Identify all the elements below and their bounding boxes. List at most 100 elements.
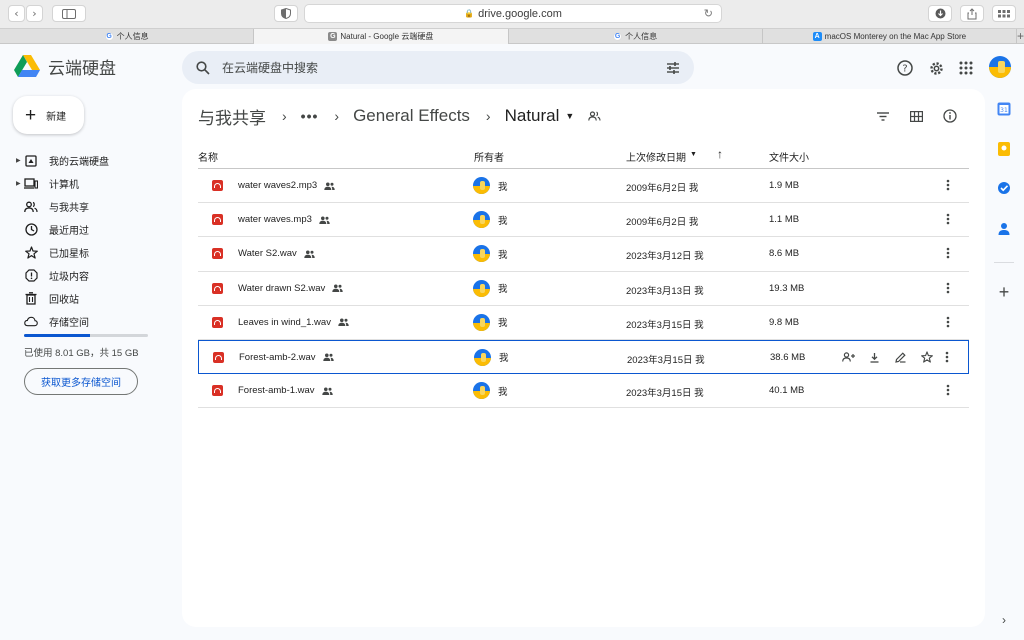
sidebar-item-recent[interactable]: 最近用过 <box>16 218 176 241</box>
breadcrumb-parent[interactable]: General Effects <box>353 106 470 126</box>
add-addon-plus-icon[interactable]: + <box>996 282 1012 302</box>
account-avatar[interactable] <box>989 56 1011 78</box>
breadcrumb-root[interactable]: 与我共享 <box>198 104 266 129</box>
more-actions-icon[interactable] <box>941 281 955 295</box>
expand-caret-icon[interactable]: ▶ <box>16 180 24 187</box>
browser-tab[interactable]: G 个人信息 <box>509 29 763 44</box>
expand-side-panel-chevron-icon[interactable]: › <box>996 612 1012 628</box>
help-icon[interactable]: ? <box>895 58 915 78</box>
keep-app-icon[interactable] <box>996 141 1012 157</box>
table-row[interactable]: Water S2.wav 我 2023年3月12日 我 8.6 MB <box>198 237 969 272</box>
file-name-cell[interactable]: Forest-amb-2.wav <box>239 352 334 363</box>
file-name-cell[interactable]: water waves.mp3 <box>238 214 330 225</box>
get-more-storage-button[interactable]: 获取更多存储空间 <box>24 368 138 395</box>
modified-date: 2023年3月12日 我 <box>626 251 704 263</box>
more-actions-icon[interactable] <box>941 383 955 397</box>
modified-date: 2023年3月13日 我 <box>626 285 704 297</box>
privacy-report-button[interactable] <box>274 5 298 22</box>
info-icon[interactable] <box>941 107 959 125</box>
search-input[interactable]: 在云端硬盘中搜索 <box>222 59 666 76</box>
sidebar-item-spam[interactable]: 垃圾内容 <box>16 264 176 287</box>
sidebar-toggle-button[interactable] <box>52 5 86 22</box>
file-name[interactable]: Forest-amb-2.wav <box>239 352 316 363</box>
file-name-cell[interactable]: Forest-amb-1.wav <box>238 385 333 396</box>
address-bar[interactable]: 🔒 drive.google.com ↻ <box>304 4 722 23</box>
filter-icon[interactable] <box>874 107 892 125</box>
tab-overview-button[interactable] <box>992 5 1016 22</box>
sidebar-item-my-drive[interactable]: ▶ 我的云端硬盘 <box>16 149 176 172</box>
column-header-name[interactable]: 名称 <box>198 149 218 164</box>
breadcrumb-ellipsis[interactable]: ••• <box>301 108 319 124</box>
reload-icon[interactable]: ↻ <box>704 7 713 20</box>
sidebar-item-storage[interactable]: 存储空间 <box>16 310 176 333</box>
download-icon[interactable] <box>867 350 882 365</box>
file-name-cell[interactable]: Water S2.wav <box>238 248 315 259</box>
shared-folder-icon[interactable] <box>588 111 601 121</box>
sidebar-item-starred[interactable]: 已加星标 <box>16 241 176 264</box>
table-row[interactable]: Forest-amb-2.wav 我 2023年3月15日 我 38.6 MB <box>198 339 969 375</box>
settings-gear-icon[interactable] <box>926 58 946 78</box>
app-name: 云端硬盘 <box>48 59 116 78</box>
grid-view-icon[interactable] <box>907 107 925 125</box>
table-row[interactable]: Water drawn S2.wav 我 2023年3月13日 我 19.3 M… <box>198 272 969 306</box>
table-row[interactable]: water waves.mp3 我 2009年6月2日 我 1.1 MB <box>198 203 969 238</box>
file-name[interactable]: Forest-amb-1.wav <box>238 385 315 396</box>
file-name-cell[interactable]: Water drawn S2.wav <box>238 283 343 294</box>
drive-logo[interactable]: 云端硬盘 <box>14 54 116 79</box>
table-header: 名称 所有者 上次修改日期 ▼ ↑ 文件大小 <box>198 143 969 169</box>
file-name[interactable]: Water drawn S2.wav <box>238 283 325 294</box>
sidebar-item-label: 我的云端硬盘 <box>49 157 109 168</box>
table-row[interactable]: Leaves in wind_1.wav 我 2023年3月15日 我 9.8 … <box>198 306 969 340</box>
file-name[interactable]: Leaves in wind_1.wav <box>238 317 331 328</box>
more-actions-icon[interactable] <box>941 212 955 226</box>
column-header-owner[interactable]: 所有者 <box>474 149 504 164</box>
contacts-app-icon[interactable] <box>996 220 1012 236</box>
back-button[interactable]: ‹ <box>8 5 25 22</box>
avatar <box>473 382 490 400</box>
breadcrumb-current[interactable]: Natural <box>505 106 560 126</box>
owner-cell: 我 <box>473 382 508 400</box>
new-button[interactable]: + 新建 <box>13 96 84 134</box>
more-actions-icon[interactable] <box>941 178 955 192</box>
file-name[interactable]: water waves.mp3 <box>238 214 312 225</box>
file-size: 40.1 MB <box>769 385 805 397</box>
browser-tab[interactable]: A macOS Monterey on the Mac App Store <box>763 29 1017 44</box>
column-header-size[interactable]: 文件大小 <box>769 149 809 164</box>
audio-file-icon <box>212 316 223 328</box>
table-row[interactable]: water waves2.mp3 我 2009年6月2日 我 1.9 MB <box>198 169 969 204</box>
browser-tab[interactable]: G 个人信息 <box>0 29 255 44</box>
apps-grid-icon[interactable] <box>956 58 976 78</box>
share-person-add-icon[interactable] <box>841 350 856 365</box>
star-icon[interactable] <box>919 350 934 365</box>
more-actions-icon[interactable] <box>941 315 955 329</box>
audio-file-icon <box>213 351 224 363</box>
new-tab-button[interactable]: + <box>1017 29 1024 43</box>
calendar-app-icon[interactable]: 31 <box>996 101 1012 117</box>
rename-pencil-icon[interactable] <box>893 350 908 365</box>
forward-button[interactable]: › <box>26 5 43 22</box>
caret-down-icon[interactable]: ▼ <box>565 111 574 121</box>
table-row[interactable]: Forest-amb-1.wav 我 2023年3月15日 我 40.1 MB <box>198 374 969 409</box>
column-header-modified[interactable]: 上次修改日期 <box>626 149 686 164</box>
chevron-right-icon: › <box>334 108 340 124</box>
sidebar-item-shared-with-me[interactable]: 与我共享 <box>16 195 176 218</box>
file-name[interactable]: Water S2.wav <box>238 248 297 259</box>
sidebar-item-trash[interactable]: 回收站 <box>16 287 176 310</box>
file-name-cell[interactable]: Leaves in wind_1.wav <box>238 317 349 328</box>
tasks-app-icon[interactable] <box>996 180 1012 196</box>
sidebar-item-computers[interactable]: ▶ 计算机 <box>16 172 176 195</box>
search-icon[interactable] <box>196 60 210 75</box>
url-text: drive.google.com <box>478 7 562 20</box>
more-actions-icon[interactable] <box>941 246 955 260</box>
more-actions-icon[interactable] <box>940 350 954 364</box>
file-name[interactable]: water waves2.mp3 <box>238 180 317 191</box>
expand-caret-icon[interactable]: ▶ <box>16 157 24 164</box>
share-button[interactable] <box>960 5 984 22</box>
browser-tab[interactable]: G Natural - Google 云端硬盘 <box>254 29 509 44</box>
file-name-cell[interactable]: water waves2.mp3 <box>238 180 335 191</box>
search-options-icon[interactable] <box>666 61 680 75</box>
sort-arrow-up-icon[interactable]: ↑ <box>717 147 723 161</box>
sort-dropdown-icon[interactable]: ▼ <box>690 151 697 158</box>
search-bar[interactable]: 在云端硬盘中搜索 <box>182 51 694 84</box>
downloads-button[interactable] <box>928 5 952 22</box>
